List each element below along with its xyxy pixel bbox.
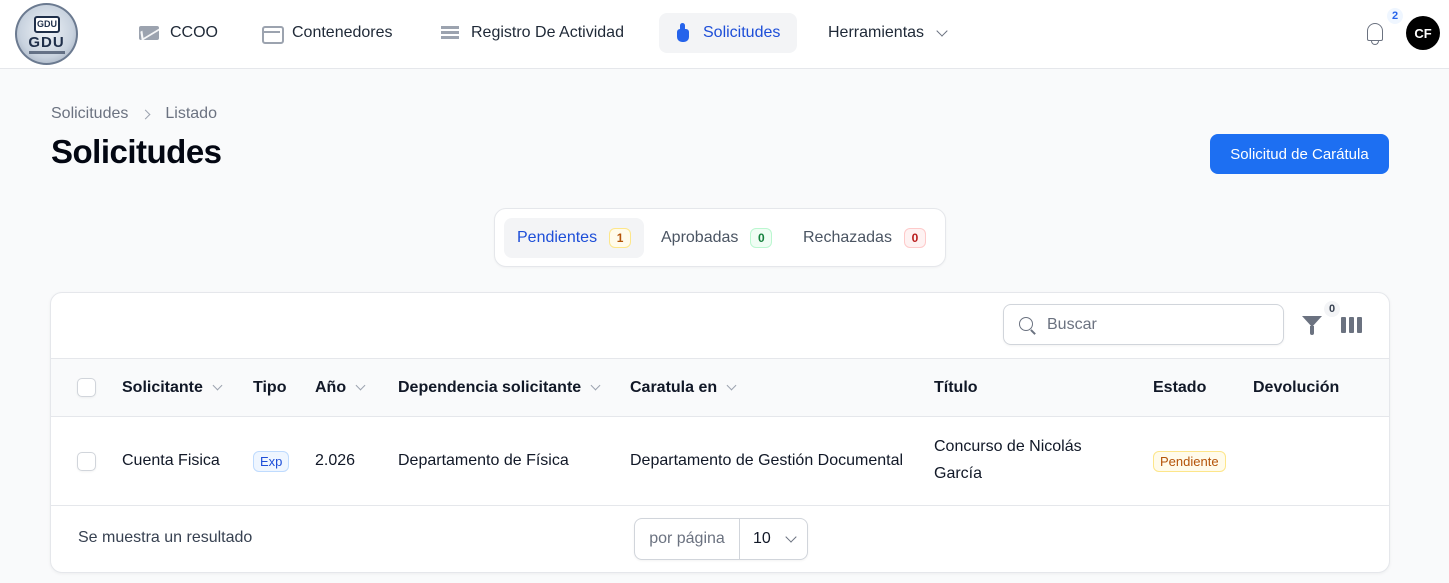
mail-icon (139, 23, 159, 43)
logo-underline (29, 51, 65, 54)
select-all-checkbox[interactable] (77, 378, 96, 397)
tab-aprobadas[interactable]: Aprobadas 0 (648, 218, 785, 258)
chevron-down-icon (726, 380, 737, 391)
nav-item-contenedores[interactable]: Contenedores (261, 13, 393, 53)
cell-titulo: Concurso de Nicolás García (934, 438, 1082, 482)
per-page-label: por página (635, 519, 740, 559)
tab-count-badge: 0 (903, 228, 926, 248)
cell-anio: 2.026 (315, 452, 356, 469)
column-label: Título (934, 378, 978, 396)
list-icon (440, 23, 460, 43)
breadcrumb: Solicitudes Listado (51, 105, 217, 123)
solicitud-de-caratula-button[interactable]: Solicitud de Carátula (1210, 134, 1389, 174)
cell-dependencia: Departamento de Física (398, 452, 569, 469)
column-header-solicitante[interactable]: Solicitante (122, 359, 223, 416)
column-header-devolucion: Devolución (1253, 359, 1339, 416)
gdu-logo[interactable]: GDU GDU (15, 3, 78, 65)
nav-item-registro-de-actividad[interactable]: Registro De Actividad (440, 13, 624, 53)
hand-icon (673, 23, 693, 43)
column-header-tipo: Tipo (253, 359, 286, 416)
tab-label: Pendientes (517, 229, 598, 246)
status-tabs: Pendientes 1 Aprobadas 0 Rechazadas 0 (494, 208, 946, 267)
cell-solicitante: Cuenta Fisica (122, 452, 220, 469)
top-navbar: GDU GDU CCOO Contenedores Registro De Ac… (0, 0, 1449, 69)
table-row[interactable]: Cuenta Fisica Exp 2.026 Departamento de … (51, 417, 1389, 506)
box-icon (261, 23, 284, 44)
search-box[interactable] (1003, 304, 1284, 345)
nav-item-label: Solicitudes (703, 24, 781, 41)
breadcrumb-item-solicitudes[interactable]: Solicitudes (51, 105, 128, 123)
filter-count-badge: 0 (1324, 301, 1340, 317)
per-page-value[interactable]: 10 (740, 530, 807, 548)
column-header-anio[interactable]: Año (315, 359, 366, 416)
column-header-titulo: Título (934, 359, 978, 416)
tab-count-badge: 1 (609, 228, 632, 248)
nav-item-label: Contenedores (292, 24, 393, 41)
chevron-right-icon (140, 109, 151, 119)
chevron-down-icon (590, 380, 601, 391)
nav-item-label: Herramientas (828, 24, 925, 41)
column-label: Solicitante (122, 378, 203, 396)
nav-item-ccoo[interactable]: CCOO (139, 13, 218, 53)
search-input[interactable] (1047, 315, 1267, 334)
logo-badge: GDU (34, 16, 60, 33)
bell-icon[interactable] (1364, 22, 1386, 45)
column-header-caratula-en[interactable]: Caratula en (630, 359, 737, 416)
chevron-down-icon (212, 380, 223, 391)
user-avatar[interactable]: CF (1406, 16, 1440, 50)
tab-pendientes[interactable]: Pendientes 1 (504, 218, 645, 258)
column-label: Estado (1153, 378, 1207, 396)
cell-caratula-en: Departamento de Gestión Documental (630, 452, 904, 469)
column-label: Devolución (1253, 378, 1340, 396)
tab-label: Rechazadas (803, 229, 892, 246)
page-title: Solicitudes (51, 133, 222, 170)
nav-item-label: Registro De Actividad (471, 24, 624, 41)
table-header: Solicitante Tipo Año Dependencia solicit… (51, 358, 1389, 417)
tab-rechazadas[interactable]: Rechazadas 0 (790, 218, 939, 258)
requests-table-card: 0 Solicitante Tipo Año Dependencia solic… (50, 292, 1390, 573)
logo-text: GDU (28, 34, 65, 51)
per-page-select[interactable]: por página 10 (634, 518, 808, 560)
nav-item-herramientas[interactable]: Herramientas (828, 13, 948, 53)
chevron-down-icon (785, 530, 797, 543)
columns-icon[interactable] (1341, 317, 1362, 333)
filter-icon[interactable] (1302, 316, 1322, 336)
column-label: Dependencia solicitante (398, 378, 582, 396)
nav-item-solicitudes[interactable]: Solicitudes (659, 13, 797, 53)
results-summary: Se muestra un resultado (78, 529, 253, 546)
column-label: Tipo (253, 378, 287, 396)
breadcrumb-item-listado: Listado (165, 105, 217, 122)
column-header-dependencia[interactable]: Dependencia solicitante (398, 359, 601, 416)
notification-count-badge: 2 (1387, 8, 1403, 24)
row-checkbox[interactable] (77, 452, 96, 471)
tipo-badge: Exp (253, 451, 290, 472)
column-header-estado: Estado (1153, 359, 1206, 416)
chevron-down-icon (355, 380, 366, 391)
search-icon (1018, 316, 1036, 334)
tab-count-badge: 0 (750, 228, 773, 248)
column-label: Año (315, 378, 347, 396)
column-label: Caratula en (630, 378, 718, 396)
nav-item-label: CCOO (170, 24, 218, 41)
status-badge: Pendiente (1153, 451, 1226, 472)
tab-label: Aprobadas (661, 229, 739, 246)
chevron-down-icon (936, 24, 948, 37)
per-page-selected: 10 (753, 530, 771, 547)
